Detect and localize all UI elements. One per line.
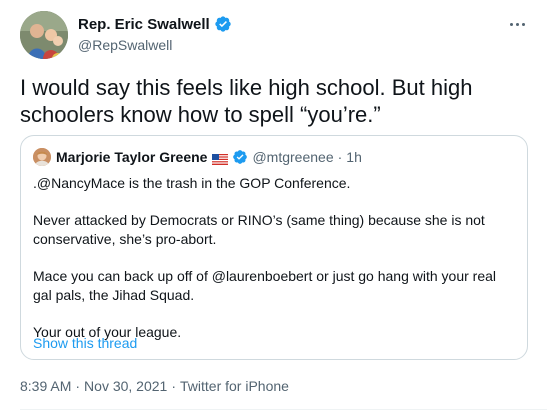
tweet-time[interactable]: 8:39 AM [20,378,71,394]
us-flag-icon [212,152,229,165]
meta-separator: · [171,378,177,394]
quoted-author-name: Marjorie Taylor Greene [56,149,208,165]
author-handle[interactable]: @RepSwalwell [78,37,232,53]
quoted-separator: · [337,149,343,165]
author-info: Rep. Eric Swalwell @RepSwalwell [78,14,232,53]
tweet-date[interactable]: Nov 30, 2021 [84,378,167,394]
meta-separator: · [75,378,81,394]
quoted-tweet[interactable]: Marjorie Taylor Greene @mtgreenee · 1h .… [20,135,528,360]
quoted-paragraph: .@NancyMace is the trash in the GOP Conf… [33,175,351,191]
tweet-text: I would say this feels like high school.… [20,75,473,127]
quoted-author-avatar [33,148,51,166]
quoted-verified-badge-icon [232,149,248,165]
tweet: Rep. Eric Swalwell @RepSwalwell I would … [0,0,547,414]
tweet-source[interactable]: Twitter for iPhone [180,378,289,394]
quoted-tweet-header: Marjorie Taylor Greene @mtgreenee · 1h [33,148,362,166]
more-options-icon[interactable] [505,16,529,32]
quoted-tweet-text: .@NancyMace is the trash in the GOP Conf… [33,174,518,342]
quoted-author-handle: @mtgreenee [252,149,334,165]
tweet-metadata: 8:39 AM · Nov 30, 2021 · Twitter for iPh… [20,378,289,394]
author-name[interactable]: Rep. Eric Swalwell [78,16,210,33]
verified-badge-icon [214,15,232,33]
author-avatar[interactable] [20,11,68,59]
quoted-paragraph: Never attacked by Democrats or RINO’s (s… [33,212,485,247]
quoted-paragraph: Mace you can back up off of @laurenboebe… [33,268,497,303]
divider [20,409,547,410]
quoted-timestamp: 1h [346,149,362,165]
show-thread-link[interactable]: Show this thread [33,335,137,351]
